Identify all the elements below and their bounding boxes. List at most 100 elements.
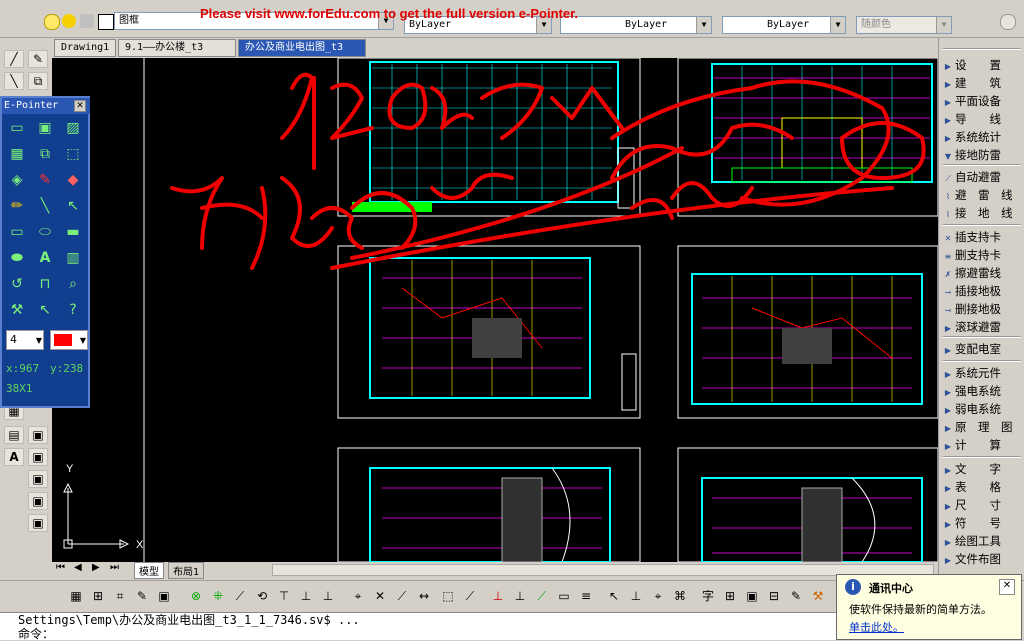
- layer-bulb-icon[interactable]: [44, 14, 60, 30]
- close-icon[interactable]: ✕: [999, 579, 1015, 595]
- toolbar-icon[interactable]: ⟋: [462, 588, 478, 604]
- toolbar-icon[interactable]: ▭: [556, 588, 572, 604]
- toolbar-icon[interactable]: ⌖: [350, 588, 366, 604]
- menu-item-schematic[interactable]: ▶ 原 理 图: [941, 418, 1023, 436]
- pages-icon[interactable]: ⧉: [34, 144, 56, 164]
- pen-color-select[interactable]: ▼: [50, 330, 88, 350]
- help-icon[interactable]: [1000, 14, 1016, 30]
- filled-ellipse-icon[interactable]: ⬬: [6, 248, 28, 268]
- filled-rect-icon[interactable]: ▬: [62, 222, 84, 242]
- epointer-palette[interactable]: E-Pointer ✕ ▭ ▣ ▨ ▦ ⧉ ⬚ ◈ ✎ ◆ ✏ ╲ ↖ ▭ ⬭ …: [0, 96, 90, 408]
- menu-item-table[interactable]: ▶ 表 格: [941, 478, 1023, 496]
- toolbar-icon[interactable]: ✎: [788, 588, 804, 604]
- next-tab-icon[interactable]: ▶: [92, 562, 100, 573]
- layer-color-icon[interactable]: [98, 14, 114, 30]
- tools-icon[interactable]: ⚒: [6, 300, 28, 320]
- notification-link[interactable]: 单击此处。: [849, 619, 904, 635]
- menu-item-drawing-tools[interactable]: ▶ 绘图工具: [941, 532, 1023, 550]
- sheet-bottom-left[interactable]: [337, 447, 641, 562]
- menu-item-dimension[interactable]: ▶ 尺 寸: [941, 496, 1023, 514]
- sheet-mid-right[interactable]: [677, 245, 938, 419]
- table-tool-icon[interactable]: ▤: [4, 426, 24, 444]
- undo-icon[interactable]: ↺: [6, 274, 28, 294]
- copy-tool-icon[interactable]: ⧉: [28, 72, 48, 90]
- sheet-mid-left[interactable]: [337, 245, 641, 419]
- toolbar-icon[interactable]: ✎: [134, 588, 150, 604]
- grid-icon[interactable]: ▦: [6, 144, 28, 164]
- tab-office-building[interactable]: 9.1——办公楼_t3: [118, 39, 236, 57]
- tab-drawing1[interactable]: Drawing1: [54, 39, 116, 57]
- toolbar-icon[interactable]: ⊥: [320, 588, 336, 604]
- chevron-down-icon[interactable]: ▼: [696, 17, 711, 33]
- toolbar-icon[interactable]: ⊥: [512, 588, 528, 604]
- erase-tool-icon[interactable]: ✎: [28, 50, 48, 68]
- toolbar-icon[interactable]: ⌖: [650, 588, 666, 604]
- toolbar-icon[interactable]: ⌘: [672, 588, 688, 604]
- menu-item-insert-ground-pole[interactable]: ⊸ 插接地极: [941, 282, 1023, 300]
- rectangle-icon[interactable]: ▭: [6, 222, 28, 242]
- tab-layout1[interactable]: 布局1: [168, 562, 205, 579]
- layer-off-icon[interactable]: ▣: [28, 492, 48, 510]
- toolbar-icon[interactable]: ⟋: [232, 588, 248, 604]
- save-icon[interactable]: ▣: [156, 588, 172, 604]
- layer-iso-icon[interactable]: ▣: [28, 470, 48, 488]
- menu-item-weak-system[interactable]: ▶ 弱电系统: [941, 400, 1023, 418]
- menu-item-file-layout[interactable]: ▶ 文件布图: [941, 550, 1023, 568]
- toolbar-icon[interactable]: ⊟: [766, 588, 782, 604]
- toolbar-icon[interactable]: ⊗: [188, 588, 204, 604]
- toolbar-icon[interactable]: ≡: [578, 588, 594, 604]
- help-icon[interactable]: ?: [62, 300, 84, 320]
- tab-model[interactable]: 模型: [134, 562, 164, 579]
- sheet-bottom-right[interactable]: [677, 447, 938, 562]
- layer-lock-icon[interactable]: [80, 14, 94, 28]
- prev-tab-icon[interactable]: ◀: [74, 562, 82, 573]
- menu-item-calculate[interactable]: ▶ 计 算: [941, 436, 1023, 454]
- toolbar-icon[interactable]: ⌗: [112, 588, 128, 604]
- chevron-down-icon[interactable]: ▼: [936, 17, 951, 33]
- line-tool-icon[interactable]: ╱: [4, 50, 24, 68]
- toolbar-icon[interactable]: ⊞: [90, 588, 106, 604]
- toolbar-icon[interactable]: ⬚: [440, 588, 456, 604]
- lineweight-combo[interactable]: ByLayer ▼: [722, 16, 846, 34]
- layer-sun-icon[interactable]: [62, 14, 76, 28]
- menu-item-delete-ground-pole[interactable]: ⊸ 删接地极: [941, 300, 1023, 318]
- menu-item-statistics[interactable]: ▶ 系统统计: [941, 128, 1023, 146]
- toolbar-icon[interactable]: ⊥: [298, 588, 314, 604]
- toolbar-icon[interactable]: ⟋: [394, 588, 410, 604]
- ellipse-icon[interactable]: ⬭: [34, 222, 56, 242]
- command-line[interactable]: Settings\Temp\办公及商业电出图_t3_1_1_7346.sv$ .…: [0, 612, 840, 641]
- eraser-icon[interactable]: ◈: [6, 170, 28, 190]
- menu-item-rolling-sphere[interactable]: ▶ 滚球避雷: [941, 318, 1023, 336]
- toolbar-icon[interactable]: ⊤: [276, 588, 292, 604]
- horizontal-scrollbar[interactable]: [272, 564, 934, 576]
- menu-item-substation[interactable]: ▶ 变配电室: [941, 340, 1023, 358]
- cursor-icon[interactable]: ↖: [34, 300, 56, 320]
- toolbar-icon[interactable]: ⊥: [490, 588, 506, 604]
- image-icon[interactable]: ▨: [62, 118, 84, 138]
- toolbar-icon[interactable]: ▣: [744, 588, 760, 604]
- select-area-icon[interactable]: ⬚: [62, 144, 84, 164]
- polyline-tool-icon[interactable]: ╲: [4, 72, 24, 90]
- toolbar-icon[interactable]: ⟋: [534, 588, 550, 604]
- last-tab-icon[interactable]: ⏭: [110, 562, 119, 573]
- close-icon[interactable]: ✕: [74, 100, 86, 112]
- toolbar-icon[interactable]: ⊥: [628, 588, 644, 604]
- communication-center-notification[interactable]: i 通讯中心 ✕ 使软件保持最新的简单方法。 单击此处。: [836, 574, 1022, 640]
- layer-freeze-icon[interactable]: ▣: [28, 514, 48, 532]
- tab-office-commercial[interactable]: 办公及商业电出图_t3: [238, 39, 366, 57]
- plotstyle-combo[interactable]: 随颜色 ▼: [856, 16, 952, 34]
- text-icon[interactable]: A: [34, 248, 56, 268]
- menu-item-delete-clip[interactable]: ≡ 删支持卡: [941, 246, 1023, 264]
- layer-state-icon[interactable]: ▣: [28, 426, 48, 444]
- toolbar-icon[interactable]: ⟲: [254, 588, 270, 604]
- menu-item-settings[interactable]: ▶ 设 置: [941, 56, 1023, 74]
- menu-item-ground-line[interactable]: ⌇ 接 地 线: [941, 204, 1023, 222]
- clear-icon[interactable]: ◆: [62, 170, 84, 190]
- toolbar-icon[interactable]: ⊞: [722, 588, 738, 604]
- toolbar-icon[interactable]: ↖: [606, 588, 622, 604]
- menu-item-text[interactable]: ▶ 文 字: [941, 460, 1023, 478]
- lock-icon[interactable]: ⊓: [34, 274, 56, 294]
- save-icon[interactable]: ▣: [34, 118, 56, 138]
- drawing-canvas[interactable]: Y X: [52, 58, 938, 562]
- menu-item-symbol[interactable]: ▶ 符 号: [941, 514, 1023, 532]
